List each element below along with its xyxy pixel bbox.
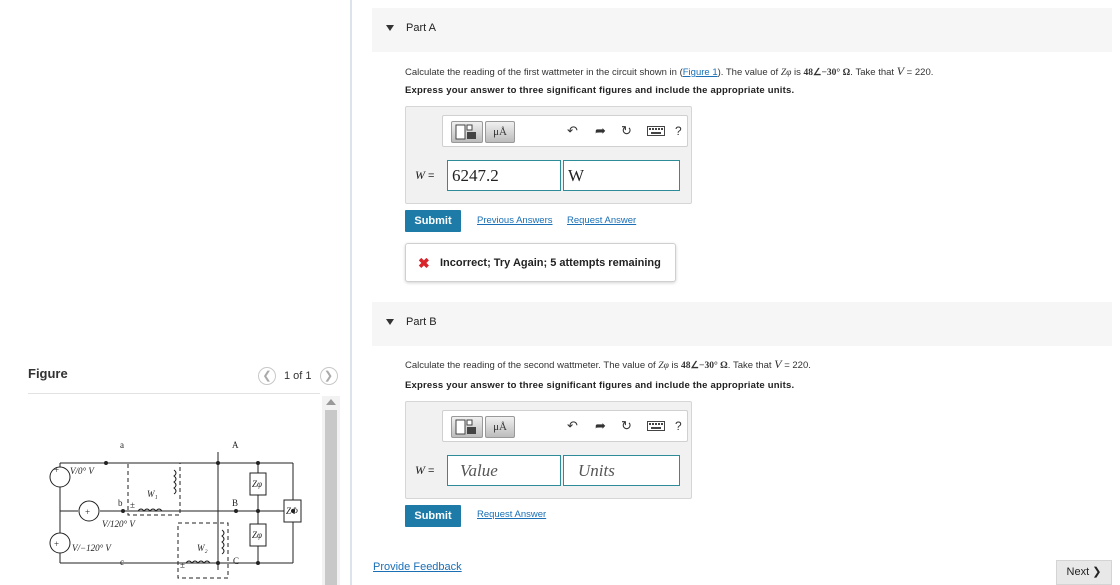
node-A-label: A (232, 440, 239, 450)
part-b-v-symbol: V (774, 357, 782, 371)
part-b-value-input[interactable]: Value (447, 455, 561, 486)
part-a-question-mid: ). The value of (717, 67, 781, 78)
figure-title: Figure (28, 366, 68, 381)
source-c-sign: + (54, 539, 59, 549)
figure-1-link[interactable]: Figure 1 (683, 67, 718, 78)
impedance-delta-label: ZΦ (286, 506, 298, 516)
node-a-label: a (120, 440, 124, 450)
part-a-toolbar: μÅ ↶ ➦ ↻ ? (442, 115, 688, 147)
part-a-question-take: . Take that (850, 67, 897, 78)
reset-icon[interactable]: ↻ (621, 419, 632, 433)
part-b-toolbar: μÅ ↶ ➦ ↻ ? (442, 410, 688, 442)
part-a-header[interactable]: Part A (372, 8, 1112, 52)
part-b-z-value: 48∠−30° Ω (681, 361, 728, 371)
source-b-sign: + (85, 507, 90, 517)
units-icon[interactable]: μÅ (485, 121, 515, 143)
part-a-value-input[interactable]: 6247.2 (447, 160, 561, 191)
templates-icon[interactable] (451, 416, 483, 438)
part-a-instruction: Express your answer to three significant… (405, 85, 795, 96)
wattmeter-2-pm: ± (180, 560, 185, 570)
part-a-feedback-text: Incorrect; Try Again; 5 attempts remaini… (440, 257, 661, 269)
figure-panel: Figure ❮ 1 of 1 ❯ + + + V/0° V V/120° V … (0, 0, 350, 585)
figure-prev-button[interactable]: ❮ (258, 367, 276, 385)
provide-feedback-link[interactable]: Provide Feedback (373, 561, 462, 573)
keyboard-icon[interactable] (647, 125, 665, 139)
node-C-label: C (233, 556, 239, 566)
caret-down-icon (386, 25, 394, 31)
impedance-1-label: Zφ (252, 479, 262, 489)
source-a-sign: + (54, 465, 59, 475)
part-b-question-take: . Take that (727, 360, 775, 371)
part-a-request-answer-link[interactable]: Request Answer (567, 215, 636, 226)
units-icon[interactable]: μÅ (485, 416, 515, 438)
panel-divider (350, 0, 352, 585)
part-a-answer-box: μÅ ↶ ➦ ↻ ? W = 6247.2 W (405, 106, 692, 204)
part-b-header[interactable]: Part B (372, 302, 1112, 346)
previous-answers-link[interactable]: Previous Answers (477, 215, 553, 226)
figure-divider (28, 393, 320, 394)
wattmeter-2-label: W₂ (197, 543, 208, 553)
figure-next-button[interactable]: ❯ (319, 367, 338, 385)
part-a-z-value: 48∠−30° Ω (803, 68, 851, 78)
part-a-variable: W = (415, 168, 435, 182)
part-b-question-is: is (668, 360, 682, 371)
scroll-up-icon[interactable] (326, 399, 336, 405)
chevron-left-icon: ❮ (262, 369, 272, 382)
circuit-diagram: + + + V/0° V V/120° V V/−120° V a b c A … (49, 440, 302, 579)
part-a-v-symbol: V (896, 64, 905, 78)
part-a-question-end: = 220. (904, 67, 934, 78)
undo-icon[interactable]: ↶ (567, 124, 578, 138)
part-a-submit-button[interactable]: Submit (405, 210, 461, 232)
node-B-label: B (232, 498, 238, 508)
page: Figure ❮ 1 of 1 ❯ + + + V/0° V V/120° V … (0, 0, 1120, 585)
wattmeter-1-pm: ± (130, 500, 135, 510)
part-b-submit-button[interactable]: Submit (405, 505, 461, 527)
chevron-right-icon: ❯ (323, 369, 334, 382)
figure-count: 1 of 1 (284, 370, 312, 382)
redo-icon[interactable]: ➦ (595, 124, 606, 138)
keyboard-icon[interactable] (647, 420, 665, 434)
source-c-label: V/−120° V (72, 543, 112, 553)
node-b-label: b (118, 498, 123, 508)
undo-icon[interactable]: ↶ (567, 419, 578, 433)
part-b-z-symbol: Zφ (658, 361, 669, 371)
part-b-unit-input[interactable]: Units (563, 455, 680, 486)
part-a-label: Part A (406, 22, 436, 34)
incorrect-x-icon: ✖ (418, 255, 430, 271)
templates-icon[interactable] (451, 121, 483, 143)
part-a-question: Calculate the reading of the first wattm… (405, 64, 933, 79)
source-b-label: V/120° V (102, 519, 136, 529)
part-b-question-end: = 220. (781, 360, 811, 371)
figure-nav: ❮ 1 of 1 ❯ (258, 367, 338, 385)
wattmeter-1-label: W₁ (147, 489, 158, 499)
part-a-question-is: is (791, 67, 804, 78)
figure-scrollbar[interactable] (322, 396, 340, 585)
part-b-label: Part B (406, 316, 437, 328)
reset-icon[interactable]: ↻ (621, 124, 632, 138)
part-b-request-answer-link[interactable]: Request Answer (477, 509, 546, 520)
source-a-label: V/0° V (70, 466, 95, 476)
part-b-instruction: Express your answer to three significant… (405, 380, 795, 391)
help-icon[interactable]: ? (675, 124, 682, 138)
help-icon[interactable]: ? (675, 419, 682, 433)
caret-down-icon (386, 319, 394, 325)
part-b-question-pre: Calculate the reading of the second watt… (405, 360, 659, 371)
part-b-question: Calculate the reading of the second watt… (405, 357, 811, 372)
part-b-variable: W = (415, 463, 435, 477)
part-a-question-pre: Calculate the reading of the first wattm… (405, 67, 683, 78)
node-c-label: c (120, 557, 124, 567)
impedance-2-label: Zφ (252, 530, 262, 540)
next-button[interactable]: Next ❯ (1056, 560, 1112, 585)
part-a-unit-input[interactable]: W (563, 160, 680, 191)
part-a-z-symbol: Zφ (780, 68, 792, 78)
part-b-answer-box: μÅ ↶ ➦ ↻ ? W = Value Units (405, 401, 692, 499)
scroll-thumb[interactable] (325, 410, 337, 585)
part-a-feedback: ✖ Incorrect; Try Again; 5 attempts remai… (405, 243, 676, 282)
redo-icon[interactable]: ➦ (595, 419, 606, 433)
